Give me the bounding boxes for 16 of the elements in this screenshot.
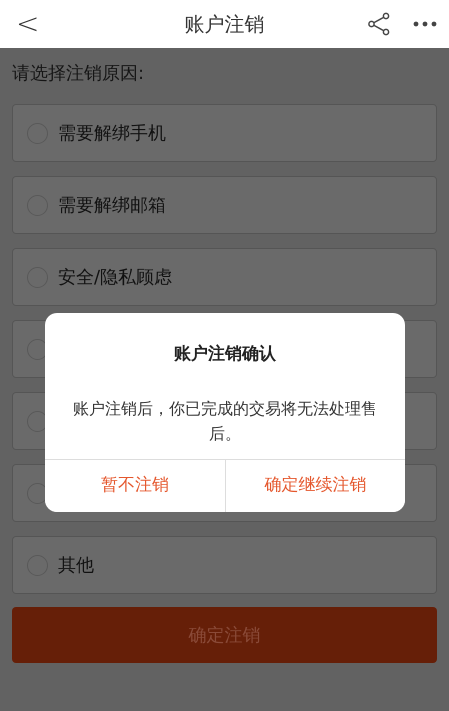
option-row[interactable]: 需要解绑手机: [12, 104, 437, 162]
option-label: 需要解绑邮箱: [58, 194, 166, 218]
option-row[interactable]: 需要解绑邮箱: [12, 176, 437, 234]
dialog-message: 账户注销后，你已完成的交易将无法处理售后。: [73, 399, 377, 443]
share-icon[interactable]: [367, 12, 391, 36]
dialog-button[interactable]: 确定继续注销: [224, 460, 405, 512]
prompt-text: 请选择注销原因:: [12, 63, 144, 84]
more-icon[interactable]: [413, 21, 437, 27]
back-button[interactable]: <: [10, 0, 46, 48]
option-label: 需要解绑手机: [58, 122, 166, 146]
dialog-title: 账户注销确认: [174, 344, 276, 364]
option-row[interactable]: 安全/隐私顾虑: [12, 248, 437, 306]
option-label: 其他: [58, 554, 94, 578]
option-row[interactable]: 其他: [12, 536, 437, 594]
page-title: 账户注销: [184, 12, 264, 36]
option-label: 安全/隐私顾虑: [58, 266, 172, 290]
